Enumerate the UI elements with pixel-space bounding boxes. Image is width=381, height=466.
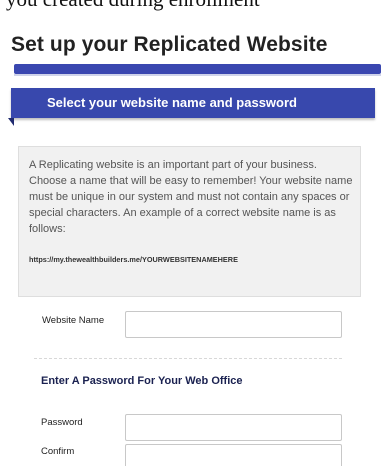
website-name-input[interactable] bbox=[125, 311, 342, 338]
password-section-heading: Enter A Password For Your Web Office bbox=[41, 375, 243, 387]
banner-label: Select your website name and password bbox=[47, 95, 297, 110]
top-caption-text: you created during enrollment bbox=[6, 0, 381, 12]
info-box: A Replicating website is an important pa… bbox=[18, 146, 361, 297]
confirm-label: Confirm bbox=[41, 446, 75, 457]
info-paragraph: A Replicating website is an important pa… bbox=[29, 159, 353, 235]
example-url: https://my.thewealthbuilders.me/YOURWEBS… bbox=[29, 255, 238, 264]
password-input[interactable] bbox=[125, 414, 342, 441]
password-label: Password bbox=[41, 417, 83, 428]
banner-fold bbox=[8, 118, 14, 126]
website-name-label: Website Name bbox=[42, 315, 105, 326]
section-banner: Select your website name and password bbox=[11, 88, 375, 118]
page-title: Set up your Replicated Website bbox=[11, 33, 328, 56]
section-divider bbox=[34, 358, 342, 359]
title-underline bbox=[14, 64, 381, 76]
confirm-password-input[interactable] bbox=[125, 444, 342, 466]
